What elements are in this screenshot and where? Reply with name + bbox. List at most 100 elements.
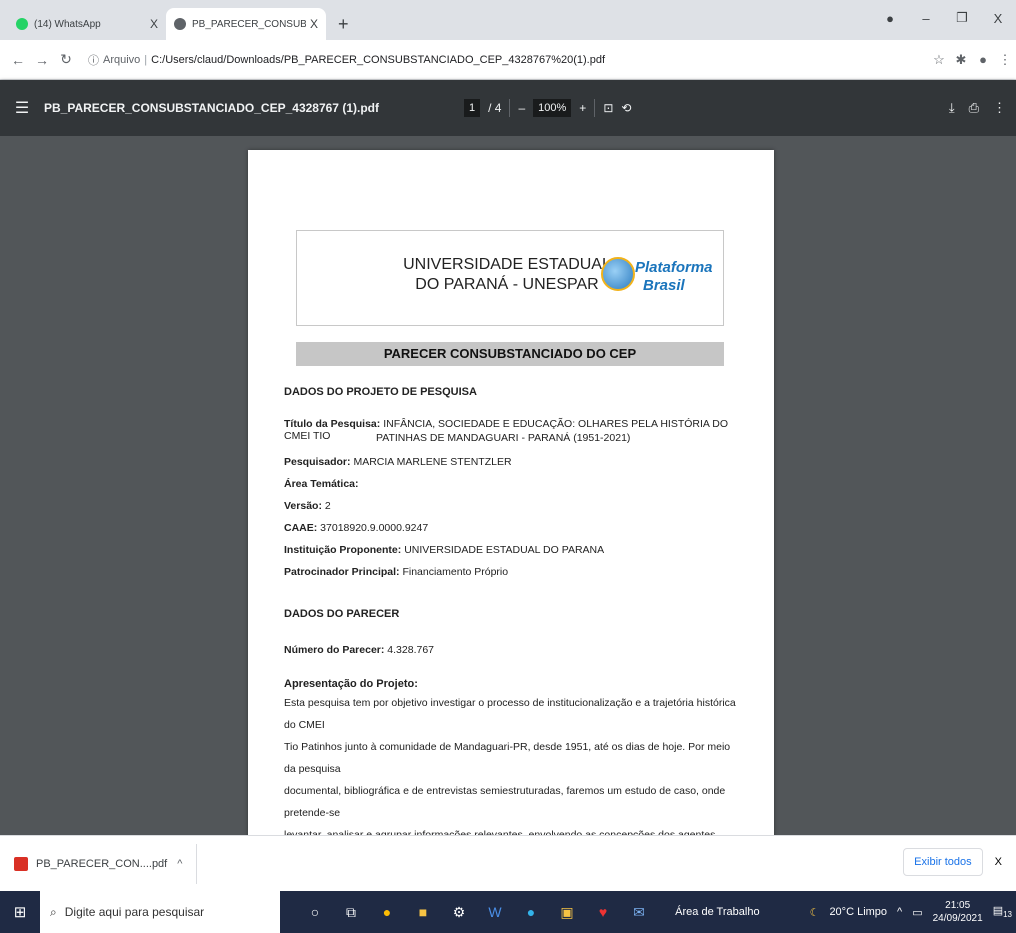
hamburger-menu-icon[interactable]: ☰ (0, 98, 44, 118)
globe-icon (601, 257, 635, 291)
pdf-toolbar: ☰ PB_PARECER_CONSUBSTANCIADO_CEP_4328767… (0, 80, 1016, 136)
pdf-filename: PB_PARECER_CONSUBSTANCIADO_CEP_4328767 (… (44, 101, 379, 115)
document-header: UNIVERSIDADE ESTADUAL DO PARANÁ - UNESPA… (296, 230, 724, 326)
file-explorer-icon[interactable]: ■ (414, 904, 432, 921)
search-placeholder: Digite aqui para pesquisar (64, 905, 205, 919)
field-label: Patrocinador Principal: (284, 566, 400, 578)
info-icon[interactable]: ⓘ (88, 52, 99, 68)
whatsapp-icon (16, 18, 28, 30)
field-versao: Versão: 2 (284, 500, 331, 512)
extensions-icon[interactable]: ✱ (950, 52, 972, 68)
pdf-viewer[interactable]: UNIVERSIDADE ESTADUAL DO PARANÁ - UNESPA… (0, 136, 1016, 835)
address-separator: | (144, 53, 148, 66)
tab-whatsapp[interactable]: (14) WhatsApp X (8, 8, 166, 40)
show-all-button[interactable]: Exibir todos (903, 848, 983, 876)
section-heading: DADOS DO PROJETO DE PESQUISA (284, 386, 477, 398)
rotate-icon[interactable]: ⟲ (621, 101, 631, 115)
logo-text-line2: Brasil (643, 277, 685, 294)
zoom-out-button[interactable]: – (518, 101, 525, 115)
show-all-group: Exibir todos X (903, 848, 1002, 876)
download-shelf: PB_PARECER_CON....pdf ^ Exibir todos X (0, 835, 1016, 891)
field-label: Número do Parecer: (284, 644, 385, 656)
tab-pdf[interactable]: PB_PARECER_CONSUBSTANCIAD X (166, 8, 326, 40)
address-bar[interactable]: ⓘ Arquivo | C:/Users/claud/Downloads/PB_… (88, 46, 918, 74)
clock-time: 21:05 (945, 900, 971, 911)
page-number-input[interactable]: 1 (464, 99, 481, 117)
forward-arrow-icon[interactable]: → (30, 52, 54, 68)
close-window-button[interactable]: X (980, 11, 1016, 26)
browser-toolbar: ← → ↻ ⓘ Arquivo | C:/Users/claud/Downloa… (0, 40, 1016, 80)
search-icon: ⌕ (50, 904, 57, 919)
field-value: MARCIA MARLENE STENTZLER (353, 456, 512, 468)
minimize-button[interactable]: – (908, 11, 944, 26)
back-arrow-icon[interactable]: ← (6, 52, 30, 68)
notification-count: 13 (1003, 910, 1012, 920)
tab-title: (14) WhatsApp (34, 18, 101, 30)
clock[interactable]: 21:05 24/09/2021 (933, 899, 983, 925)
page-total: / 4 (488, 101, 502, 115)
logo-text-line1: Plataforma (635, 259, 713, 276)
window-controls: ● – ❐ X (872, 0, 1016, 36)
new-tab-button[interactable]: + (338, 14, 349, 35)
field-area: Área Temática: (284, 478, 359, 490)
pdf-file-icon (14, 856, 28, 871)
more-options-icon[interactable]: ⋮ (993, 100, 1006, 116)
print-icon[interactable]: ⎙ (969, 100, 979, 116)
paragraph-line: Esta pesquisa tem por objetivo investiga… (284, 697, 736, 731)
profile-icon[interactable]: ● (872, 11, 908, 26)
university-name: UNIVERSIDADE ESTADUAL DO PARANÁ - UNESPA… (403, 256, 611, 293)
divider (509, 99, 511, 117)
tab-strip: (14) WhatsApp X PB_PARECER_CONSUBSTANCIA… (0, 0, 1016, 40)
chrome-icon[interactable]: ● (378, 904, 396, 921)
pdf-actions: ⤓ ⎙ ⋮ (949, 100, 1006, 116)
settings-icon[interactable]: ⚙ (450, 904, 468, 921)
network-icon[interactable]: ▭ (912, 906, 922, 919)
field-label: CAAE: (284, 522, 318, 534)
field-label: Instituição Proponente: (284, 544, 402, 556)
mcafee-icon[interactable]: ♥ (594, 904, 612, 921)
desktop-toolbar-label[interactable]: Área de Trabalho (675, 906, 759, 918)
section-heading: DADOS DO PARECER (284, 608, 400, 620)
field-label: Pesquisador: (284, 456, 351, 468)
weather-text[interactable]: 20°C Limpo (829, 906, 887, 918)
star-icon[interactable]: ☆ (928, 52, 950, 68)
windows-start-icon[interactable]: ⊞ (0, 903, 40, 921)
windows-taskbar: ⊞ ⌕ Digite aqui para pesquisar ○ ⧉ ● ■ ⚙… (0, 891, 1016, 933)
taskbar-search[interactable]: ⌕ Digite aqui para pesquisar (40, 891, 280, 933)
download-item[interactable]: PB_PARECER_CON....pdf ^ (0, 843, 198, 884)
mail-icon[interactable]: ✉ (630, 904, 648, 921)
fit-page-icon[interactable]: ⊡ (603, 101, 613, 115)
field-label: Versão: (284, 500, 322, 512)
field-numero-parecer: Número do Parecer: 4.328.767 (284, 644, 434, 656)
divider (594, 99, 596, 117)
system-tray: Área de Trabalho ☾ 20°C Limpo ^ ▭ 21:05 … (675, 891, 1012, 933)
word-icon[interactable]: W (486, 904, 504, 921)
tab-close-button[interactable]: X (150, 17, 158, 31)
taskbar-apps: ○ ⧉ ● ■ ⚙ W ● ▣ ♥ ✉ (306, 904, 648, 921)
store-icon[interactable]: ▣ (558, 904, 576, 921)
tab-close-button[interactable]: X (310, 17, 318, 31)
field-value: 37018920.9.0000.9247 (320, 522, 429, 534)
cortana-icon[interactable]: ○ (306, 904, 324, 921)
chevron-up-icon[interactable]: ^ (897, 906, 902, 918)
restore-button[interactable]: ❐ (944, 10, 980, 26)
plataforma-brasil-logo: Plataforma Brasil (597, 251, 717, 301)
paragraph-line: documental, bibliográfica e de entrevist… (284, 785, 726, 819)
close-shelf-button[interactable]: X (995, 856, 1002, 868)
field-instituicao: Instituição Proponente: UNIVERSIDADE EST… (284, 544, 604, 556)
weather-moon-icon: ☾ (809, 906, 820, 919)
task-view-icon[interactable]: ⧉ (342, 904, 360, 921)
notification-icon[interactable]: ▤13 (993, 904, 1012, 919)
zoom-input[interactable]: 100% (533, 99, 572, 117)
zoom-in-button[interactable]: + (579, 101, 586, 115)
address-path: C:/Users/claud/Downloads/PB_PARECER_CONS… (151, 53, 605, 66)
chevron-up-icon[interactable]: ^ (177, 858, 182, 870)
field-value: 2 (324, 500, 331, 512)
field-apresentacao-label: Apresentação do Projeto: (284, 678, 418, 690)
tab-title: PB_PARECER_CONSUBSTANCIAD (192, 18, 306, 30)
avatar-icon[interactable]: ● (972, 52, 994, 67)
download-icon[interactable]: ⤓ (949, 100, 955, 116)
reload-icon[interactable]: ↻ (54, 51, 78, 68)
menu-dots-icon[interactable]: ⋮ (994, 52, 1016, 68)
edge-icon[interactable]: ● (522, 904, 540, 921)
